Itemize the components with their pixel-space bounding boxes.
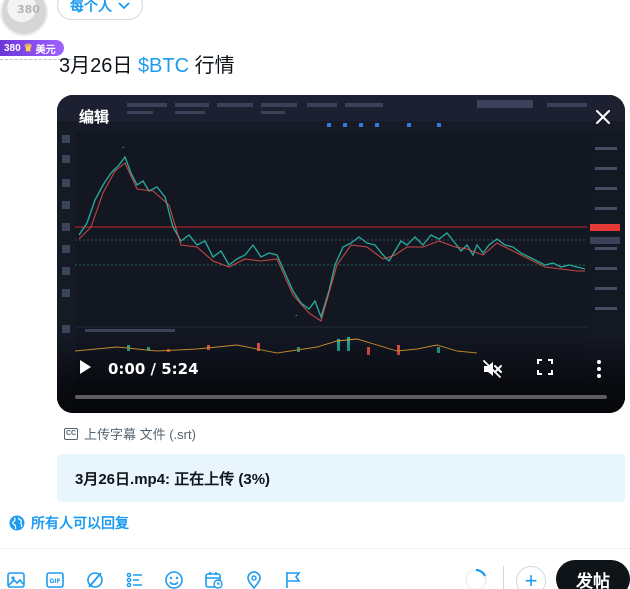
trophy-icon: ♛ — [23, 42, 33, 54]
reply-settings-button[interactable]: 所有人可以回复 — [9, 513, 129, 533]
toolbar-separator — [503, 566, 504, 589]
svg-text:GIF: GIF — [49, 578, 60, 585]
svg-text:•: • — [122, 145, 124, 150]
reply-settings-label: 所有人可以回复 — [31, 515, 129, 531]
avatar-badge: 380 ♛ 美元 — [0, 40, 64, 56]
character-count-ring — [464, 568, 488, 589]
emoji-icon[interactable] — [164, 570, 184, 589]
badge-number: 380 — [4, 42, 21, 54]
badge-text: 美元 — [35, 44, 56, 56]
video-time: 0:00 / 5:24 — [108, 360, 199, 378]
audience-selector-button[interactable]: 每个人 — [57, 0, 143, 20]
video-progress-bar[interactable] — [75, 395, 607, 399]
compose-toolbar: GIF + 发帖 — [0, 560, 630, 589]
post-text-suffix: 行情 — [189, 55, 235, 77]
avatar-number: 380 — [17, 3, 40, 16]
poll-icon[interactable] — [125, 570, 145, 589]
globe-icon — [9, 515, 25, 531]
grok-icon[interactable] — [85, 570, 105, 589]
upload-status-text: 3月26日.mp4: 正在上传 (3%) — [75, 470, 271, 488]
chevron-down-icon — [118, 2, 130, 9]
upload-captions-link[interactable]: CC 上传字幕 文件 (.srt) — [64, 424, 196, 443]
muted-speaker-icon[interactable] — [482, 359, 502, 379]
media-icon[interactable] — [6, 570, 26, 589]
upload-status-banner: 3月26日.mp4: 正在上传 (3%) — [57, 454, 625, 502]
post-text[interactable]: 3月26日 $BTC 行情 — [59, 49, 235, 78]
cashtag[interactable]: $BTC — [138, 55, 189, 77]
more-options-icon[interactable] — [595, 359, 603, 379]
upload-captions-label: 上传字幕 文件 (.srt) — [84, 427, 196, 442]
gif-icon[interactable]: GIF — [45, 570, 65, 589]
post-text-prefix: 3月26日 — [59, 55, 138, 77]
location-icon[interactable] — [244, 570, 264, 589]
svg-text:•: • — [295, 313, 297, 318]
schedule-icon[interactable] — [204, 570, 224, 589]
video-preview[interactable]: • • 编辑 0:00 / 5:24 — [57, 95, 625, 413]
remove-video-button[interactable] — [589, 103, 617, 131]
post-button[interactable]: 发帖 — [556, 560, 630, 589]
play-icon[interactable] — [77, 359, 93, 375]
closed-captions-icon: CC — [64, 427, 78, 440]
toolbar-divider — [0, 548, 630, 549]
video-controls: 0:00 / 5:24 — [57, 337, 625, 413]
avatar[interactable]: 380 — [0, 0, 48, 36]
edit-video-button[interactable]: 编辑 — [73, 104, 115, 128]
audience-label: 每个人 — [70, 0, 112, 14]
flag-icon[interactable] — [283, 570, 303, 589]
close-icon — [596, 110, 610, 124]
add-post-button[interactable]: + — [516, 566, 546, 589]
fullscreen-icon[interactable] — [537, 359, 553, 375]
